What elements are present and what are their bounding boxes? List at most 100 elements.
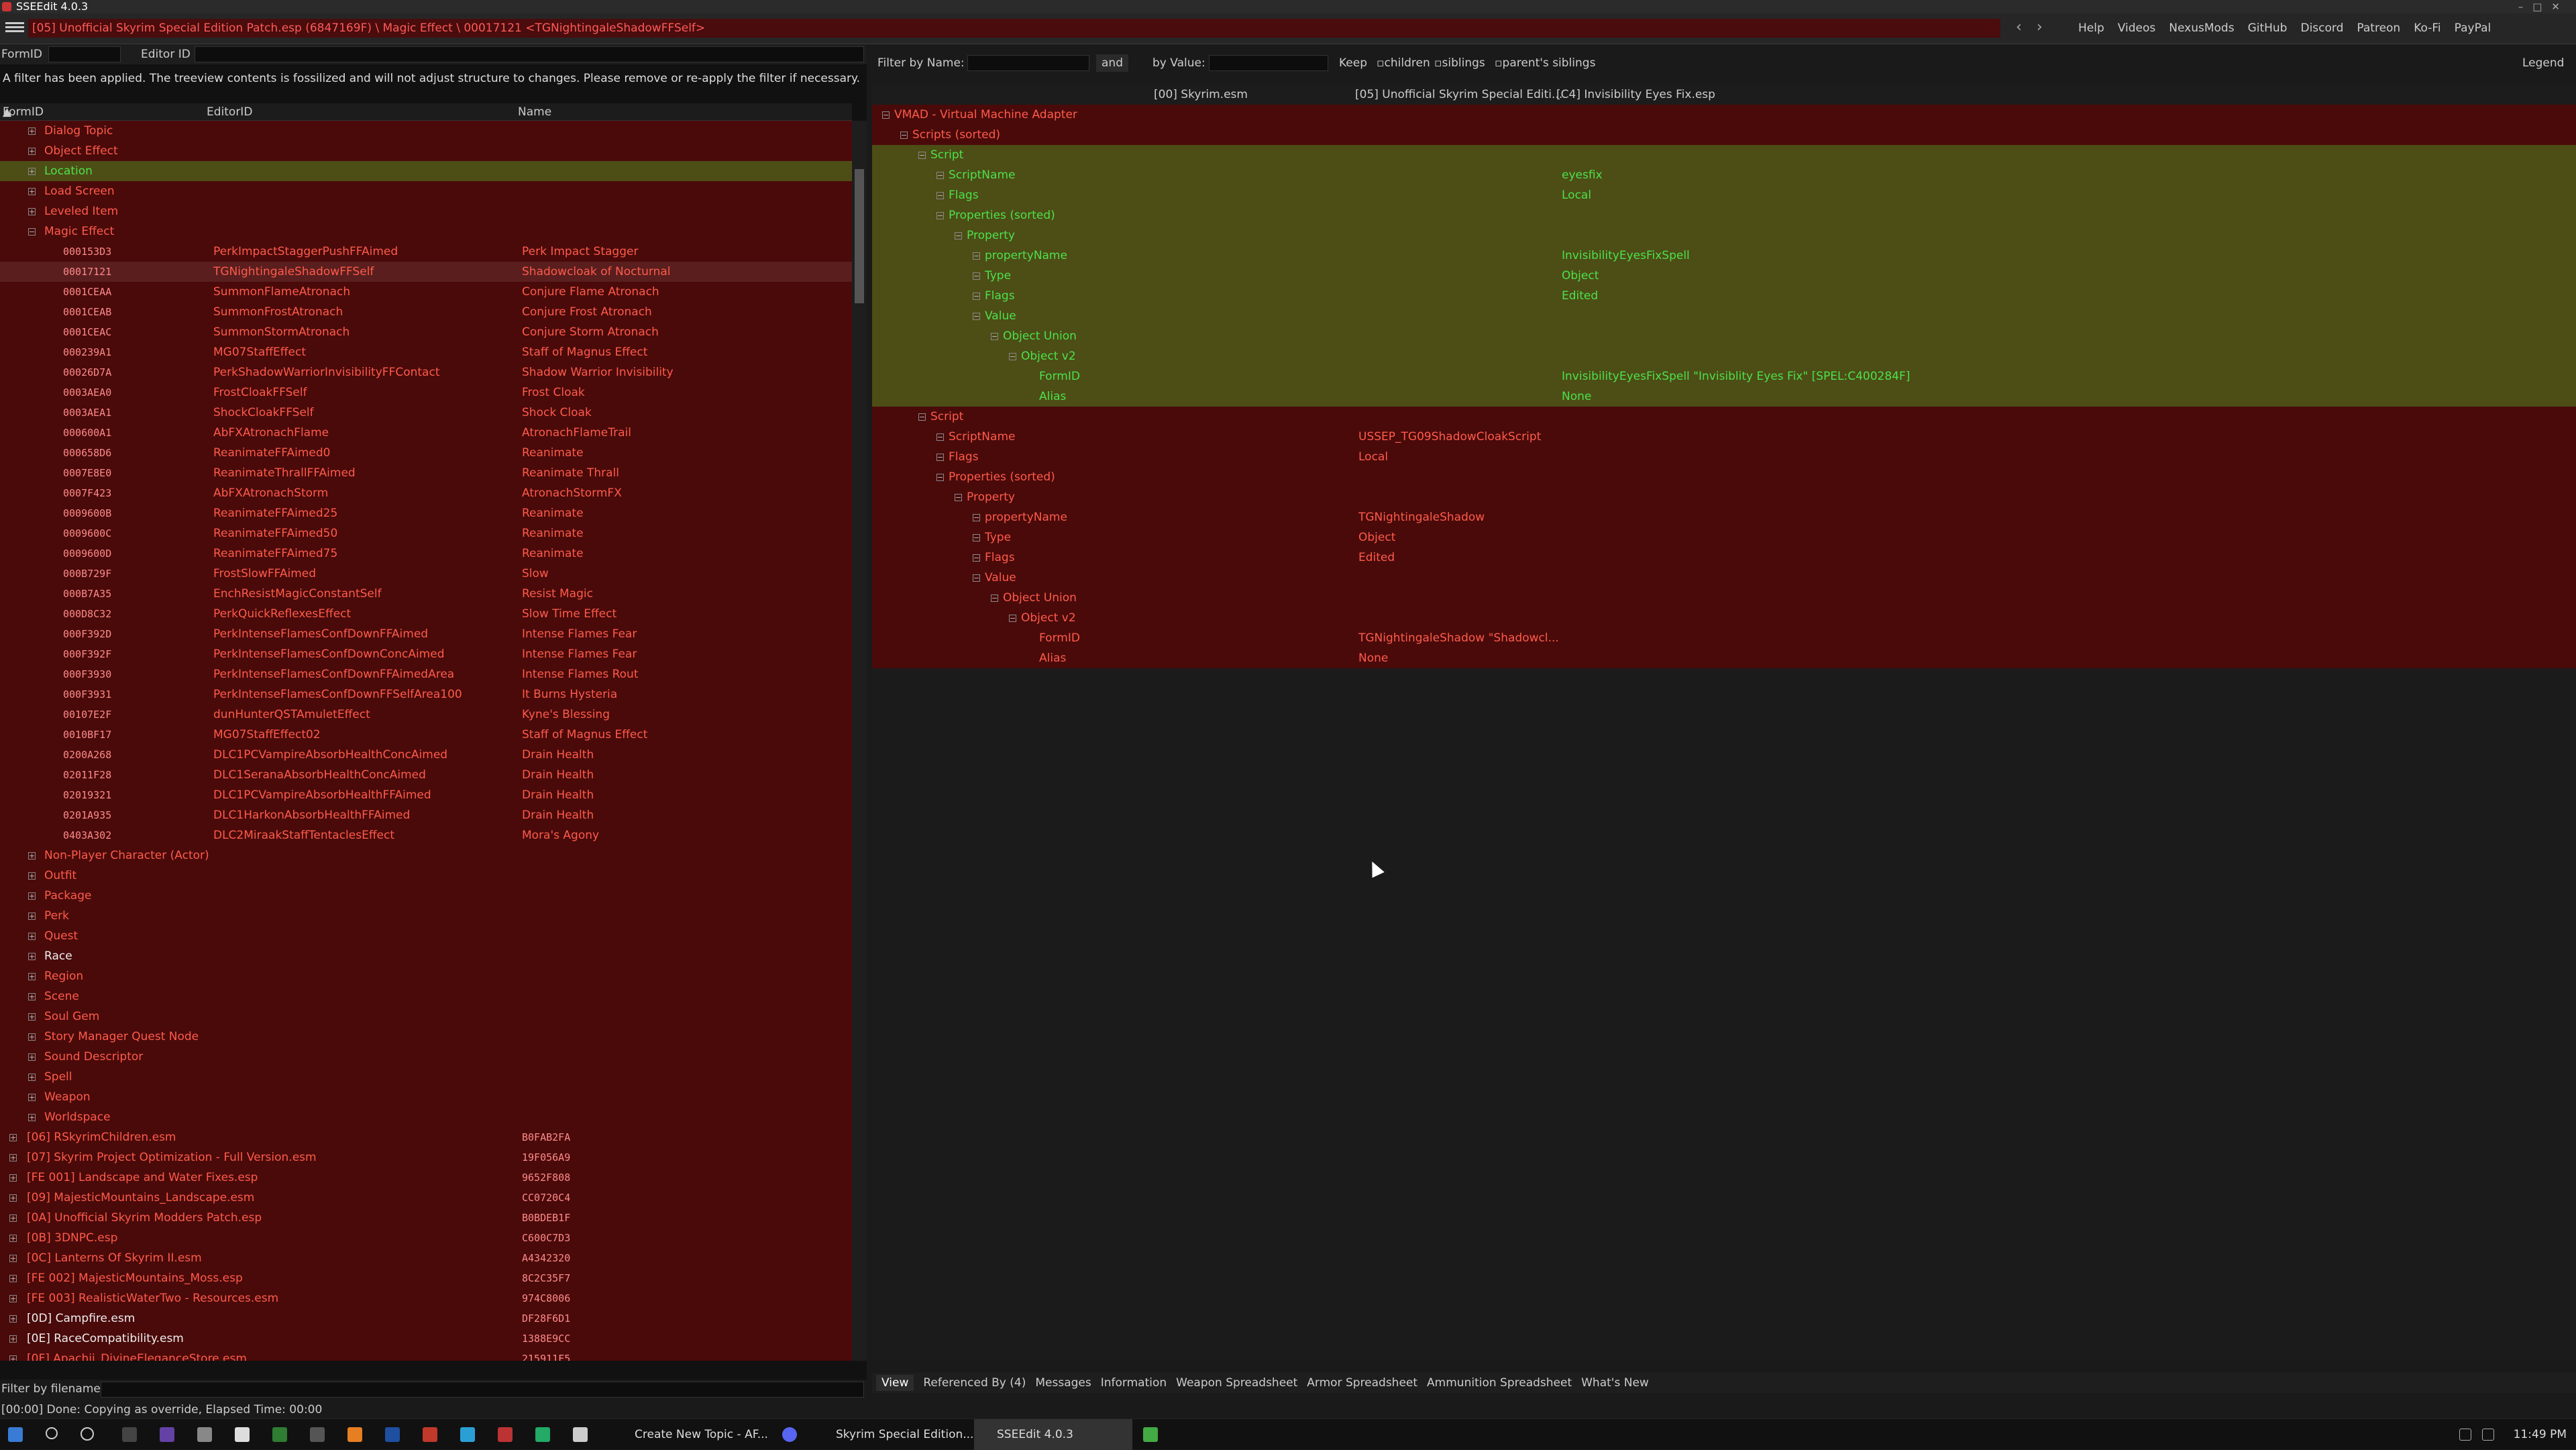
expand-icon[interactable]: + [28,168,36,175]
table-row[interactable]: 00026D7A PerkShadowWarriorInvisibilityFFC… [0,362,852,382]
expand-icon[interactable]: + [28,1094,36,1101]
taskbar-item-vivaldi[interactable]: Create New Topic - AF... [612,1419,773,1450]
view-row[interactable]: − propertyName InvisibilityEyesFixSpell [872,246,2576,266]
keep-parents-siblings-checkbox[interactable]: ▫parent's siblings [1495,44,1595,82]
start-icon[interactable] [8,1427,23,1442]
window-controls[interactable]: –□✕ [2518,0,2569,13]
volume-icon[interactable] [2482,1429,2494,1441]
table-row[interactable]: 000F392D PerkIntenseFlamesConfDownFFAimed… [0,624,852,644]
expand-icon[interactable]: + [9,1275,17,1282]
collapse-icon[interactable]: − [955,232,962,240]
collapse-icon[interactable]: − [973,252,980,260]
forward-icon[interactable]: › [2037,19,2057,36]
tab-information[interactable]: Information [1101,1376,1167,1390]
plugin-row[interactable]: + [FE 003] RealisticWaterTwo - Resources.… [0,1288,852,1308]
expand-icon[interactable]: + [9,1295,17,1302]
tree-group[interactable]: + Perk [0,906,852,926]
tree-group[interactable]: + Location [0,161,852,181]
view-row[interactable]: − Object v2 [872,346,2576,366]
expand-icon[interactable]: + [28,188,36,195]
tree-scrollbar[interactable] [852,121,867,1361]
expand-icon[interactable]: + [9,1154,17,1161]
tree-group[interactable]: + Race [0,946,852,966]
tree-group[interactable]: + Non-Player Character (Actor) [0,845,852,866]
table-row[interactable]: 0010BF17 MG07StaffEffect02 Staff of Magnus… [0,725,852,745]
expand-icon[interactable]: + [9,1335,17,1343]
terminal-icon[interactable] [122,1427,137,1442]
tab-referenced-by-4-[interactable]: Referenced By (4) [923,1376,1026,1390]
view-row[interactable]: − Type Object [872,527,2576,548]
link-help[interactable]: Help [2078,21,2104,35]
table-row[interactable]: 000153D3 PerkImpactStaggerPushFFAimed Perk… [0,242,852,262]
view-row[interactable]: Alias None [872,386,2576,407]
filter-name-input[interactable] [967,55,1089,71]
collapse-icon[interactable]: − [1009,353,1016,360]
table-row[interactable]: 000600A1 AbFXAtronachFlame AtronachFlameTr… [0,423,852,443]
view-row[interactable]: − Script [872,407,2576,427]
collapse-icon[interactable]: − [900,132,908,139]
back-icon[interactable]: ‹ [2016,19,2037,36]
plugin-row[interactable]: + [0E] RaceCompatibility.esm 1388E9CC [0,1329,852,1349]
view-row[interactable]: Alias None [872,648,2576,668]
table-row[interactable]: 000658D6 ReanimateFFAimed0 Reanimate [0,443,852,463]
plugin-row[interactable]: + [07] Skyrim Project Optimization - Full… [0,1147,852,1168]
and-select[interactable]: and [1096,54,1128,72]
tree-group[interactable]: + Soul Gem [0,1006,852,1027]
tab-ammunition-spreadsheet[interactable]: Ammunition Spreadsheet [1427,1376,1572,1390]
table-row[interactable]: 0200A268 DLC1PCVampireAbsorbHealthConcAim… [0,745,852,765]
expand-icon[interactable]: + [28,1114,36,1121]
collapse-icon[interactable]: − [973,272,980,280]
view-row[interactable]: − Object v2 [872,608,2576,628]
app-icon-9[interactable] [1143,1427,1158,1442]
menu-icon[interactable] [5,20,24,36]
keep-siblings-checkbox[interactable]: ▫siblings [1434,44,1485,82]
table-row[interactable]: 00107E2F dunHunterQSTAmuletEffect Kyne's B… [0,705,852,725]
collapse-icon[interactable]: − [1009,615,1016,622]
link-paypal[interactable]: PayPal [2455,21,2491,35]
table-row[interactable]: 000B7A35 EnchResistMagicConstantSelf Resis… [0,584,852,604]
view-row[interactable]: − ScriptName USSEP_TG09ShadowCloakScript [872,427,2576,447]
view-row[interactable]: − ScriptName eyesfix [872,165,2576,185]
table-row[interactable]: 02019321 DLC1PCVampireAbsorbHealthFFAimed… [0,785,852,805]
tree-group[interactable]: + Weapon [0,1087,852,1107]
notepad-icon[interactable] [235,1427,250,1442]
link-discord[interactable]: Discord [2300,21,2343,35]
filter-value-input[interactable] [1209,55,1328,71]
tree-group[interactable]: + Leveled Item [0,201,852,221]
expand-icon[interactable]: + [9,1355,17,1361]
expand-icon[interactable]: + [28,127,36,135]
keep-children-checkbox[interactable]: ▫children [1377,44,1430,82]
expand-icon[interactable]: + [28,892,36,900]
scroll-thumb[interactable] [855,169,864,303]
expand-icon[interactable]: + [28,872,36,880]
collapse-icon[interactable]: − [936,192,944,199]
network-icon[interactable] [2459,1429,2471,1441]
excel-icon[interactable] [272,1427,287,1442]
plugin-row[interactable]: + [0D] Campfire.esm DF28F6D1 [0,1308,852,1329]
tab-what-s-new[interactable]: What's New [1581,1376,1649,1390]
expand-icon[interactable]: + [28,1013,36,1021]
link-github[interactable]: GitHub [2248,21,2288,35]
expand-icon[interactable]: + [28,933,36,940]
col-editorid[interactable]: EditorID [207,103,252,121]
view-row[interactable]: − Flags Edited [872,286,2576,306]
table-row[interactable]: 000F3930 PerkIntenseFlamesConfDownFFAimed… [0,664,852,684]
plugin-row[interactable]: + [0C] Lanterns Of Skyrim II.esm A4342320 [0,1248,852,1268]
filename-filter-input[interactable] [101,1382,864,1398]
tree-group[interactable]: + Region [0,966,852,986]
view-row[interactable]: − Flags Local [872,447,2576,467]
col-eyes-fix[interactable]: [C4] Invisibility Eyes Fix.esp [1556,85,1715,105]
col-name[interactable]: Name [518,103,551,121]
plugin-row[interactable]: + [0A] Unofficial Skyrim Modders Patch.es… [0,1208,852,1228]
collapse-icon[interactable]: − [991,333,998,340]
table-row[interactable]: 000F392F PerkIntenseFlamesConfDownConcAim… [0,644,852,664]
view-row[interactable]: − Flags Edited [872,548,2576,568]
collapse-icon[interactable]: − [973,574,980,582]
table-row[interactable]: 0007F423 AbFXAtronachStorm AtronachStormFX [0,483,852,503]
tree-group[interactable]: + Quest [0,926,852,946]
view-row[interactable]: − Properties (sorted) [872,205,2576,225]
table-row[interactable]: 0001CEAC SummonStormAtronach Conjure Storm… [0,322,852,342]
table-row[interactable]: 0201A935 DLC1HarkonAbsorbHealthFFAimed Dra… [0,805,852,825]
col-skyrim-esm[interactable]: [00] Skyrim.esm [1154,85,1248,105]
tree-group[interactable]: + Story Manager Quest Node [0,1027,852,1047]
